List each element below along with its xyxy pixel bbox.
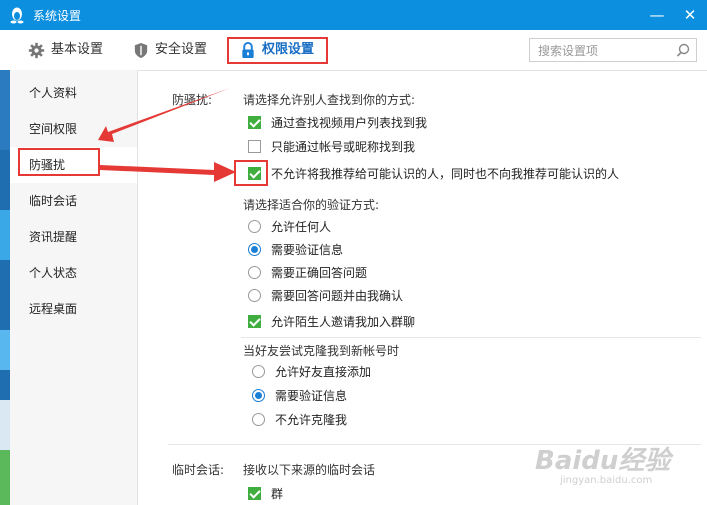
annotation-arrow-to-sidebar xyxy=(98,88,230,142)
annotation-arrow-to-checkbox xyxy=(100,162,236,182)
baidu-jingyan-watermark: Baidu经验 xyxy=(535,446,671,476)
annotation-arrows xyxy=(98,88,236,182)
watermark-url: jingyan.baidu.com xyxy=(560,475,653,486)
